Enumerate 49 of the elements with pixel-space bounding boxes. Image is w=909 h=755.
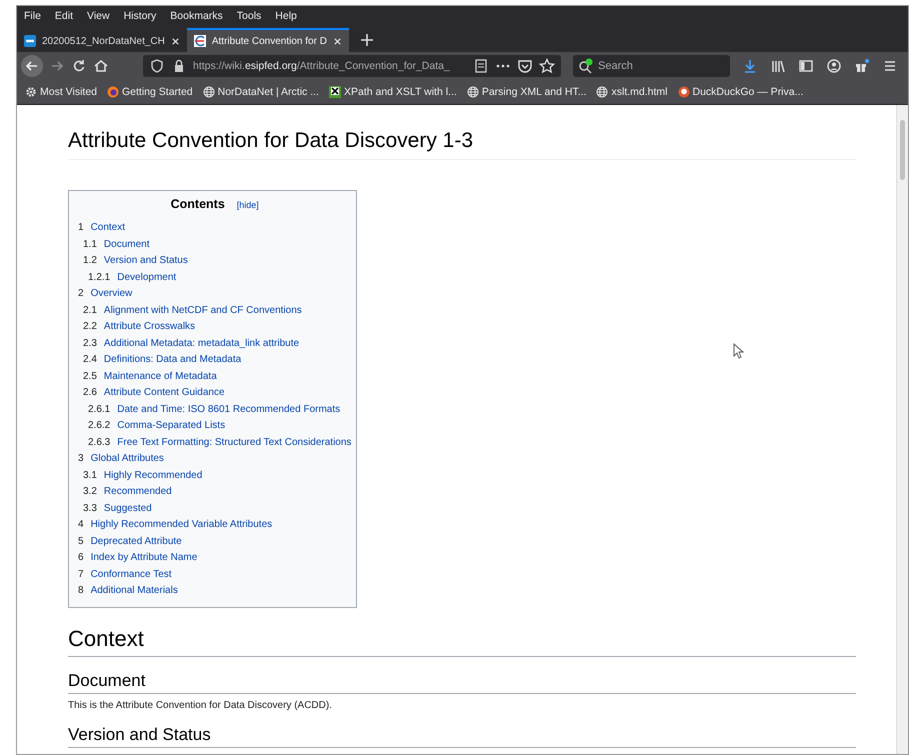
search-input[interactable]: Search (598, 60, 718, 72)
menu-item[interactable]: Bookmarks (170, 10, 223, 26)
toc-link[interactable]: 2.6 Attribute Content Guidance (83, 385, 352, 401)
hide-link[interactable]: [hide] (236, 200, 259, 210)
browser-tab[interactable]: Attribute Convention for D (186, 28, 349, 52)
subsection-heading: Version and Status (68, 724, 856, 748)
bookmark-item[interactable]: XPath and XSLT with l... (328, 86, 457, 98)
toc-link[interactable]: 2.5 Maintenance of Metadata (83, 368, 352, 384)
menu-item[interactable]: History (124, 10, 156, 26)
toc-link[interactable]: 2.6.3 Free Text Formatting: Structured Text Considerations (88, 434, 352, 450)
toc-link[interactable]: 3.1 Highly Recommended (83, 468, 352, 484)
section-heading: Context (68, 626, 856, 656)
toc-link[interactable]: 2.3 Additional Metadata: metadata_link attribute (83, 336, 352, 352)
toc-link[interactable]: 1.1 Document (83, 236, 352, 252)
bookmark-item[interactable]: Getting Started (107, 86, 193, 98)
toc-link[interactable]: 2.6.2 Comma-Separated Lists (88, 418, 352, 434)
contents-heading: Contents (170, 197, 225, 211)
subsection-heading: Document (68, 670, 856, 694)
toc-link[interactable]: 5 Deprecated Attribute (78, 534, 352, 550)
menu-item[interactable]: Tools (236, 10, 262, 26)
toc-link[interactable]: 1.2 Version and Status (83, 253, 352, 269)
toc-link[interactable]: 7 Conformance Test (78, 566, 352, 582)
page-title: Attribute Convention for Data Discovery 1-3 (68, 129, 856, 160)
menu-item[interactable]: Edit (54, 10, 74, 26)
toc-link[interactable]: 3.3 Suggested (83, 500, 352, 516)
menu-item[interactable]: File (24, 10, 41, 26)
menu-item[interactable]: View (87, 10, 110, 26)
search-field[interactable]: Search (573, 55, 730, 77)
toc-link[interactable]: 4 Highly Recommended Variable Attributes (78, 517, 352, 533)
address-field[interactable]: https://wiki.esipfed.org/Attribute_Convention_for_Data_ (143, 55, 561, 77)
bookmark-item[interactable]: Parsing XML and HT... (466, 86, 586, 98)
bookmark-item[interactable]: Most Visited (25, 86, 97, 98)
toc-link[interactable]: 8 Additional Materials (78, 583, 352, 599)
toc-link[interactable]: 1 Context (78, 220, 352, 236)
toc-link[interactable]: 2.6.1 Date and Time: ISO 8601 Recommended Formats (88, 402, 352, 418)
toc-link[interactable]: 2.4 Definitions: Data and Metadata (83, 352, 352, 368)
toc-link[interactable]: 2 Overview (78, 286, 352, 302)
toc-link[interactable]: 1.2.1 Development (88, 270, 352, 286)
toc-link[interactable]: 2.2 Attribute Crosswalks (83, 319, 352, 335)
bookmark-item[interactable]: xslt.md.html (596, 86, 668, 98)
toc-link[interactable]: 3 Global Attributes (78, 451, 352, 467)
toc-link[interactable]: 3.2 Recommended (83, 484, 352, 500)
toc-link[interactable]: 2.1 Alignment with NetCDF and CF Conventions (83, 302, 352, 318)
paragraph: This is the Attribute Convention for Data Discovery (ACDD). (68, 700, 333, 710)
toc-link[interactable]: 6 Index by Attribute Name (78, 550, 352, 566)
bookmark-item[interactable]: NorDataNet | Arctic ... (202, 86, 319, 98)
browser-tab[interactable]: 20200512_NorDataNet_CH (17, 28, 187, 52)
menu-item[interactable]: Help (275, 10, 297, 26)
bookmark-item[interactable]: DuckDuckGo — Priva... (678, 86, 804, 98)
